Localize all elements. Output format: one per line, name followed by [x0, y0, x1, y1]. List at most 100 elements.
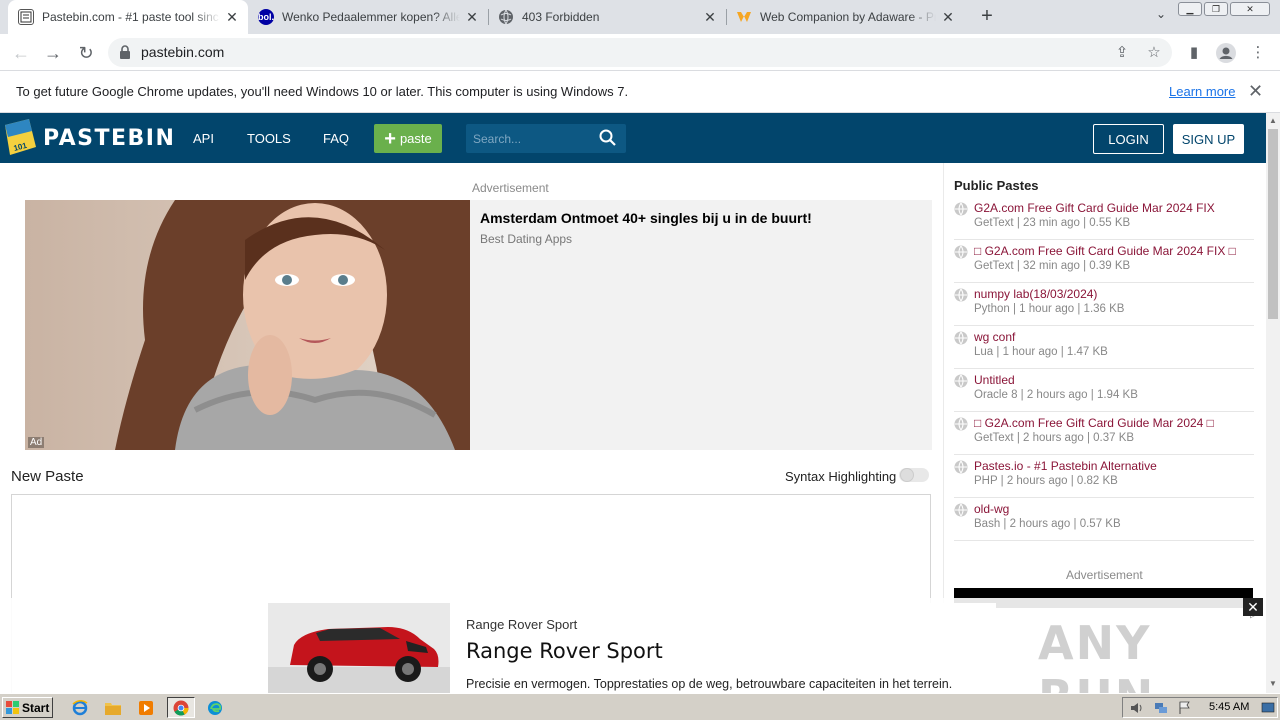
pastebin-logo-icon[interactable]: 101 — [2, 119, 36, 157]
profile-avatar-icon[interactable] — [1214, 41, 1238, 65]
minimize-icon[interactable]: ▁ — [1178, 2, 1202, 16]
tab-title: Pastebin.com - #1 paste tool since 2002! — [42, 10, 220, 24]
public-paste-item[interactable]: Pastes.io - #1 Pastebin Alternative PHP |… — [954, 455, 1254, 498]
ad-close-icon[interactable]: ✕ — [1243, 598, 1263, 616]
pastebin-favicon-icon — [18, 9, 34, 25]
adaware-favicon-icon — [736, 9, 752, 25]
paste-title-link[interactable]: □ G2A.com Free Gift Card Guide Mar 2024 … — [974, 416, 1214, 430]
tab-adaware[interactable]: Web Companion by Adaware - Prevent ✕ — [726, 0, 964, 34]
ad-description[interactable]: Precisie en vermogen. Topprestaties op d… — [466, 677, 952, 691]
volume-icon[interactable] — [1130, 701, 1144, 715]
media-player-icon[interactable] — [134, 697, 158, 718]
search-icon[interactable] — [599, 129, 617, 147]
scroll-down-icon[interactable]: ▼ — [1269, 679, 1277, 688]
infobar-message: To get future Google Chrome updates, you… — [16, 84, 629, 99]
start-label: Start — [22, 700, 50, 715]
syntax-highlighting-label: Syntax Highlighting — [785, 469, 897, 484]
bol-favicon-icon: bol. — [258, 9, 274, 25]
search-placeholder: Search... — [473, 132, 522, 146]
paste-meta: Bash | 2 hours ago | 0.57 KB — [974, 518, 1121, 530]
bookmark-star-icon[interactable]: ☆ — [1144, 43, 1164, 63]
infobar-close-icon[interactable]: ✕ — [1248, 81, 1263, 102]
paste-title-link[interactable]: G2A.com Free Gift Card Guide Mar 2024 FI… — [974, 201, 1215, 215]
forward-arrow-icon[interactable]: → — [41, 41, 65, 65]
search-input[interactable]: Search... — [466, 124, 626, 153]
range-rover-ad[interactable]: Range Rover Sport Range Rover Sport Prec… — [268, 603, 1258, 693]
advertisement-label: Advertisement — [472, 181, 549, 195]
public-paste-item[interactable]: Untitled Oracle 8 | 2 hours ago | 1.94 KB — [954, 369, 1254, 412]
public-paste-item[interactable]: wg conf Lua | 1 hour ago | 1.47 KB — [954, 326, 1254, 369]
dating-ad[interactable]: Ad Amsterdam Ontmoet 40+ singles bij u i… — [25, 200, 932, 450]
globe-icon — [954, 288, 968, 302]
tab-search-chevron-icon[interactable]: ⌄ — [1152, 7, 1170, 25]
tab-bol[interactable]: bol. Wenko Pedaalemmer kopen? Alle Pedaa… — [248, 0, 488, 34]
page-scrollbar[interactable]: ▲ ▼ — [1266, 113, 1280, 693]
paste-title-link[interactable]: old-wg — [974, 502, 1009, 516]
tab-close-icon[interactable]: ✕ — [702, 9, 718, 25]
paste-meta: Oracle 8 | 2 hours ago | 1.94 KB — [974, 389, 1138, 401]
ie-icon[interactable] — [68, 697, 92, 718]
side-panel-icon[interactable]: ▮ — [1182, 41, 1206, 65]
new-paste-button[interactable]: + paste — [374, 124, 442, 153]
tab-close-icon[interactable]: ✕ — [940, 9, 956, 25]
menu-kebab-icon[interactable]: ⋮ — [1246, 41, 1270, 65]
paste-title-link[interactable]: Pastes.io - #1 Pastebin Alternative — [974, 459, 1157, 473]
address-bar[interactable]: pastebin.com ⇪ ☆ — [108, 38, 1172, 67]
pastebin-logo-text[interactable]: PASTEBIN — [43, 126, 175, 151]
ad-advertiser[interactable]: Range Rover Sport — [466, 617, 577, 632]
network-icon[interactable] — [1154, 701, 1168, 715]
back-arrow-icon[interactable]: ← — [9, 41, 33, 65]
login-button[interactable]: LOGIN — [1093, 124, 1164, 154]
signup-button[interactable]: SIGN UP — [1173, 124, 1244, 154]
paste-title-link[interactable]: numpy lab(18/03/2024) — [974, 287, 1097, 301]
start-button[interactable]: Start — [2, 697, 53, 718]
new-tab-icon[interactable]: + — [976, 5, 998, 27]
chrome-update-infobar: To get future Google Chrome updates, you… — [0, 71, 1280, 113]
window-close-icon[interactable]: ✕ — [1230, 2, 1270, 16]
windows-logo-icon — [6, 700, 19, 714]
learn-more-link[interactable]: Learn more — [1169, 84, 1235, 99]
tab-title: 403 Forbidden — [522, 10, 600, 24]
public-paste-item[interactable]: □ G2A.com Free Gift Card Guide Mar 2024 … — [954, 240, 1254, 283]
tab-403[interactable]: 403 Forbidden ✕ — [488, 0, 726, 34]
nav-api[interactable]: API — [193, 131, 214, 146]
ad-headline[interactable]: Range Rover Sport — [466, 639, 663, 663]
restore-icon[interactable]: ❐ — [1204, 2, 1228, 16]
ad-subtitle[interactable]: Best Dating Apps — [480, 232, 572, 246]
window-controls: ▁ ❐ ✕ — [1178, 2, 1270, 16]
tab-pastebin[interactable]: Pastebin.com - #1 paste tool since 2002!… — [8, 0, 248, 34]
folder-icon[interactable] — [101, 697, 125, 718]
paste-meta: PHP | 2 hours ago | 0.82 KB — [974, 475, 1118, 487]
paste-title-link[interactable]: Untitled — [974, 373, 1015, 387]
show-desktop-icon[interactable] — [1261, 701, 1275, 715]
action-center-flag-icon[interactable] — [1178, 701, 1192, 715]
public-paste-item[interactable]: numpy lab(18/03/2024) Python | 1 hour ago… — [954, 283, 1254, 326]
bottom-sticky-ad: Range Rover Sport Range Rover Sport Prec… — [0, 598, 1266, 720]
ad-car-photo[interactable] — [268, 603, 450, 693]
tab-close-icon[interactable]: ✕ — [464, 9, 480, 25]
nav-tools[interactable]: TOOLS — [247, 131, 291, 146]
lock-icon[interactable] — [120, 45, 130, 59]
scroll-up-icon[interactable]: ▲ — [1269, 116, 1277, 125]
public-paste-item[interactable]: G2A.com Free Gift Card Guide Mar 2024 FI… — [954, 197, 1254, 240]
paste-title-link[interactable]: wg conf — [974, 330, 1015, 344]
nav-faq[interactable]: FAQ — [323, 131, 349, 146]
ad-title[interactable]: Amsterdam Ontmoet 40+ singles bij u in d… — [480, 210, 812, 226]
share-icon[interactable]: ⇪ — [1112, 43, 1132, 63]
syntax-highlighting-toggle[interactable] — [899, 468, 929, 482]
paste-meta: GetText | 23 min ago | 0.55 KB — [974, 217, 1131, 229]
reload-icon[interactable]: ↻ — [74, 41, 98, 65]
windows-taskbar: Start 5:45 AM — [0, 693, 1280, 720]
ad-woman-photo[interactable]: Ad — [25, 200, 470, 450]
paste-title-link[interactable]: □ G2A.com Free Gift Card Guide Mar 2024 … — [974, 244, 1236, 258]
tab-close-icon[interactable]: ✕ — [224, 9, 240, 25]
taskbar-clock: 5:45 AM — [1209, 701, 1250, 713]
paste-meta: GetText | 2 hours ago | 0.37 KB — [974, 432, 1135, 444]
scrollbar-thumb[interactable] — [1268, 129, 1278, 319]
url-text[interactable]: pastebin.com — [141, 44, 224, 60]
edge-icon[interactable] — [203, 697, 227, 718]
chrome-icon[interactable] — [167, 697, 195, 718]
new-paste-heading: New Paste — [11, 468, 84, 485]
public-paste-item[interactable]: □ G2A.com Free Gift Card Guide Mar 2024 … — [954, 412, 1254, 455]
public-paste-item[interactable]: old-wg Bash | 2 hours ago | 0.57 KB — [954, 498, 1254, 541]
